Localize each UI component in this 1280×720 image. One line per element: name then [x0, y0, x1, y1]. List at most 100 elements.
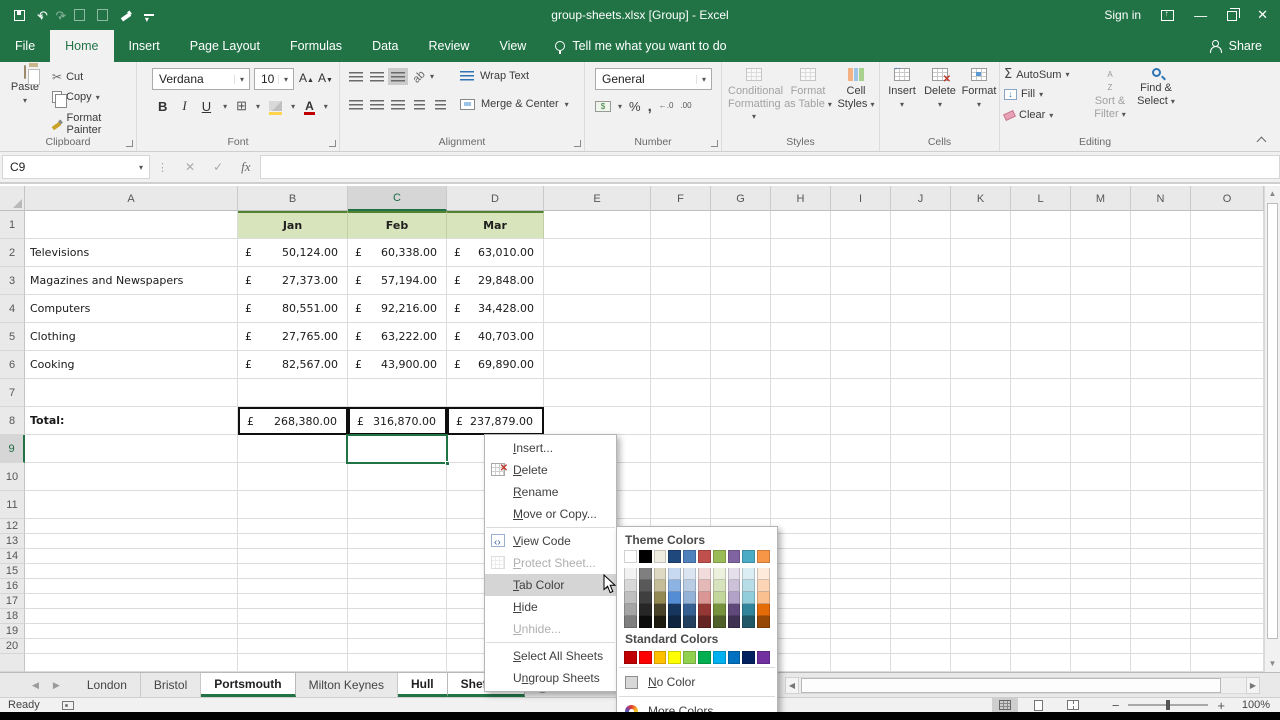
cell-C7[interactable]	[348, 379, 447, 407]
row-header-10[interactable]: 10	[0, 463, 25, 491]
cell-M4[interactable]	[1071, 295, 1131, 323]
cell-G6[interactable]	[711, 351, 771, 379]
cell-I7[interactable]	[831, 379, 891, 407]
cell-E4[interactable]	[544, 295, 651, 323]
cell-M13[interactable]	[1071, 534, 1131, 549]
cell-O15[interactable]	[1191, 564, 1264, 579]
column-header-D[interactable]: D	[447, 186, 544, 211]
cell-A17[interactable]	[25, 594, 238, 609]
theme-variant-swatch[interactable]	[668, 580, 681, 592]
cell-K6[interactable]	[951, 351, 1011, 379]
theme-variant-swatch[interactable]	[624, 568, 637, 580]
cell-H17[interactable]	[771, 594, 831, 609]
decrease-indent-button[interactable]	[409, 96, 429, 113]
autosum-button[interactable]: Σ AutoSum▾	[1004, 67, 1069, 82]
cell-F6[interactable]	[651, 351, 711, 379]
cell-M17[interactable]	[1071, 594, 1131, 609]
cell-L18[interactable]	[1011, 609, 1071, 624]
cell-J3[interactable]	[891, 267, 951, 295]
cell-C10[interactable]	[348, 463, 447, 491]
standard-color-swatch[interactable]	[713, 651, 726, 664]
column-header-J[interactable]: J	[891, 186, 951, 211]
theme-variant-swatch[interactable]	[683, 592, 696, 604]
cell-B12[interactable]	[238, 519, 348, 534]
cell-O9[interactable]	[1191, 435, 1264, 463]
cell-H13[interactable]	[771, 534, 831, 549]
insert-function-icon[interactable]: fx	[232, 159, 259, 175]
cell-F10[interactable]	[651, 463, 711, 491]
cell-A2[interactable]: Televisions	[25, 239, 238, 267]
cell-K14[interactable]	[951, 549, 1011, 564]
shrink-font-icon[interactable]: A▼	[318, 71, 333, 85]
clipboard-dialog-launcher-icon[interactable]	[126, 140, 133, 147]
cell-N16[interactable]	[1131, 579, 1191, 594]
cell-L19[interactable]	[1011, 624, 1071, 639]
row-header-17[interactable]: 17	[0, 594, 25, 609]
cell-O4[interactable]	[1191, 295, 1264, 323]
cell-A12[interactable]	[25, 519, 238, 534]
tab-insert[interactable]: Insert	[114, 30, 175, 62]
theme-variant-swatch[interactable]	[668, 616, 681, 628]
cell-C3[interactable]: £57,194.00	[348, 267, 447, 295]
cell-C8[interactable]: £316,870.00	[348, 407, 447, 435]
cell-E2[interactable]	[544, 239, 651, 267]
cell-J1[interactable]	[891, 211, 951, 239]
cell-D5[interactable]: £40,703.00	[447, 323, 544, 351]
cell-L15[interactable]	[1011, 564, 1071, 579]
cell-I6[interactable]	[831, 351, 891, 379]
cell-D6[interactable]: £69,890.00	[447, 351, 544, 379]
cell-M6[interactable]	[1071, 351, 1131, 379]
paste-button[interactable]: Paste▾	[2, 66, 48, 106]
cell-E6[interactable]	[544, 351, 651, 379]
column-header-F[interactable]: F	[651, 186, 711, 211]
cell-N15[interactable]	[1131, 564, 1191, 579]
close-button[interactable]: ✕	[1257, 7, 1268, 23]
format-painter-button[interactable]: Format Painter	[52, 112, 136, 136]
column-header-B[interactable]: B	[238, 186, 348, 211]
horizontal-scroll-track[interactable]	[799, 677, 1246, 694]
cell-B16[interactable]	[238, 579, 348, 594]
menu-item-move-or-copy[interactable]: Move or Copy...	[485, 503, 616, 525]
cell-I11[interactable]	[831, 491, 891, 519]
cell-M10[interactable]	[1071, 463, 1131, 491]
cell-N11[interactable]	[1131, 491, 1191, 519]
cell-D7[interactable]	[447, 379, 544, 407]
cell-C1[interactable]: Feb	[348, 211, 447, 239]
next-sheet-icon[interactable]: ▶	[53, 680, 60, 691]
cell-K2[interactable]	[951, 239, 1011, 267]
cell-O14[interactable]	[1191, 549, 1264, 564]
cell-F3[interactable]	[651, 267, 711, 295]
cell-L3[interactable]	[1011, 267, 1071, 295]
cell-N7[interactable]	[1131, 379, 1191, 407]
cell-A13[interactable]	[25, 534, 238, 549]
cell-C12[interactable]	[348, 519, 447, 534]
theme-variant-swatch[interactable]	[698, 616, 711, 628]
cell-H18[interactable]	[771, 609, 831, 624]
sheet-tab-milton-keynes[interactable]: Milton Keynes	[296, 673, 398, 697]
cell-C6[interactable]: £43,900.00	[348, 351, 447, 379]
underline-button[interactable]: U	[199, 99, 214, 114]
cell-L17[interactable]	[1011, 594, 1071, 609]
cell-J20[interactable]	[891, 639, 951, 654]
select-all-corner[interactable]	[0, 186, 25, 210]
theme-variant-swatch[interactable]	[683, 568, 696, 580]
tab-formulas[interactable]: Formulas	[275, 30, 357, 62]
cell-B4[interactable]: £80,551.00	[238, 295, 348, 323]
cell-B15[interactable]	[238, 564, 348, 579]
cell-A4[interactable]: Computers	[25, 295, 238, 323]
theme-color-swatch[interactable]	[668, 550, 681, 563]
theme-variant-swatch[interactable]	[713, 580, 726, 592]
align-right-button[interactable]	[388, 96, 408, 113]
cell-I17[interactable]	[831, 594, 891, 609]
column-header-K[interactable]: K	[951, 186, 1011, 211]
theme-variant-swatch[interactable]	[757, 592, 770, 604]
cell-B3[interactable]: £27,373.00	[238, 267, 348, 295]
theme-variant-swatch[interactable]	[728, 580, 741, 592]
row-header-7[interactable]: 7	[0, 379, 25, 407]
standard-color-swatch[interactable]	[683, 651, 696, 664]
cell-M14[interactable]	[1071, 549, 1131, 564]
cell-M7[interactable]	[1071, 379, 1131, 407]
cell-M9[interactable]	[1071, 435, 1131, 463]
comma-style-button[interactable]: ,	[648, 98, 652, 115]
fill-button[interactable]: ↓ Fill▾	[1004, 88, 1043, 100]
